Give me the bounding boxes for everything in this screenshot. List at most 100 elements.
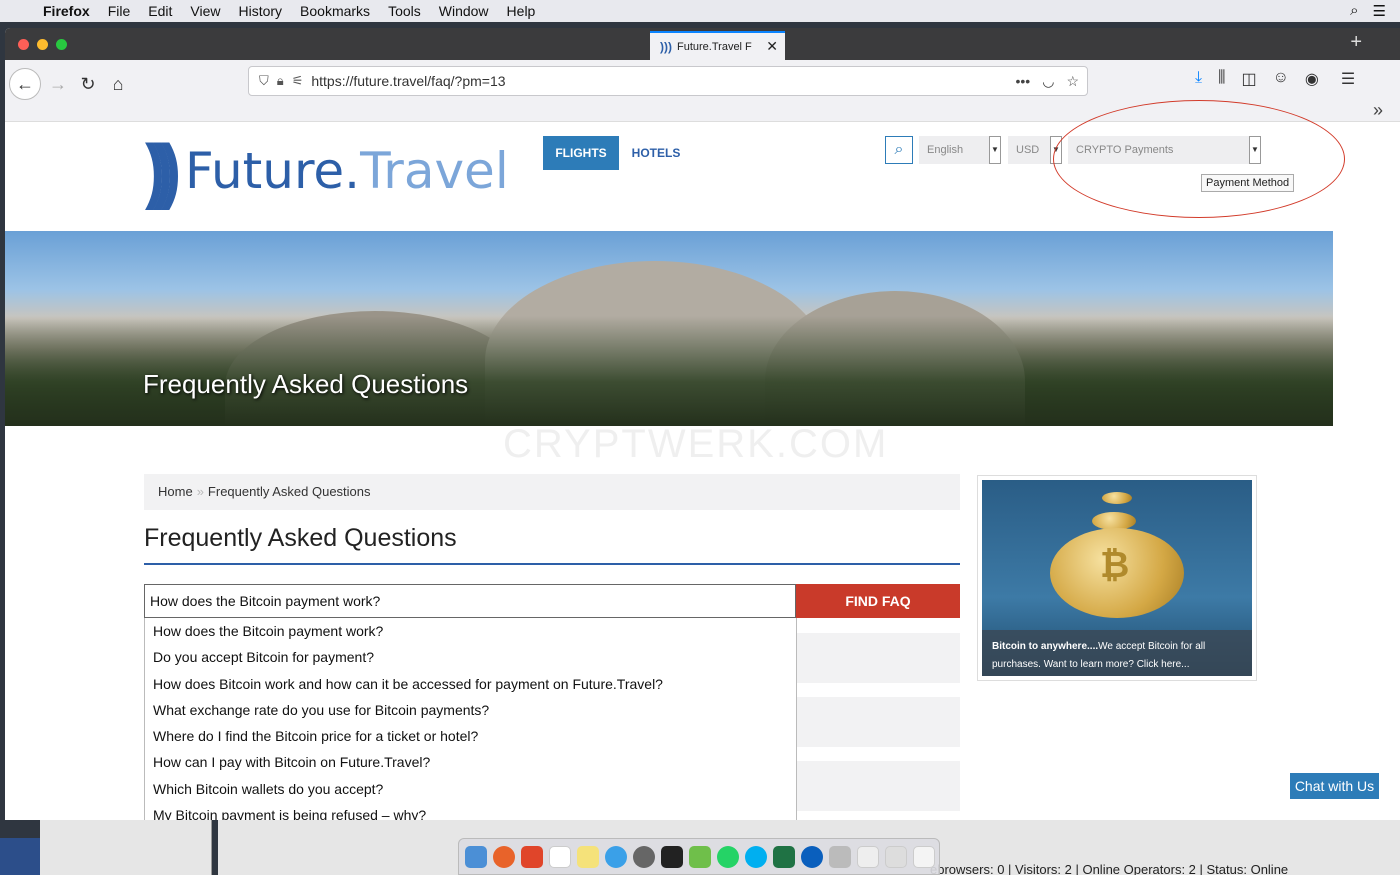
suggestion-item[interactable]: My Bitcoin payment is being refused – wh…	[145, 802, 796, 820]
bookmark-star-icon[interactable]: ☆	[1066, 73, 1079, 90]
suggestion-item[interactable]: How does the Bitcoin payment work?	[145, 618, 796, 644]
logo-text-part1: Future.	[184, 141, 361, 200]
chat-with-us-button[interactable]: Chat with Us	[1290, 773, 1379, 799]
downloads-stack-icon[interactable]	[857, 845, 879, 868]
utility-icon[interactable]	[829, 845, 851, 868]
bitcoin-symbol-icon: ₿	[1100, 544, 1130, 585]
extension-monkey-icon[interactable]: ☺	[1273, 69, 1289, 89]
excel-icon[interactable]	[773, 845, 795, 868]
gnucash-icon[interactable]	[689, 845, 711, 868]
language-value: English	[927, 144, 964, 156]
logo-text-part2: Travel	[360, 141, 509, 200]
nav-flights-button[interactable]: FLIGHTS	[543, 136, 619, 170]
web-page: ))) Future. Travel FLIGHTS HOTELS ⌕ Engl…	[5, 100, 1400, 820]
breadcrumb: Home» Frequently Asked Questions	[144, 474, 960, 510]
macos-menubar: Firefox File Edit View History Bookmarks…	[0, 0, 1400, 22]
language-dropdown-arrow-icon[interactable]: ▼	[989, 136, 1001, 164]
sidebar-icon[interactable]: ◫	[1241, 69, 1256, 89]
suggestion-item[interactable]: How does Bitcoin work and how can it be …	[145, 671, 796, 697]
whatsapp-icon[interactable]	[717, 845, 739, 868]
shield-icon[interactable]: ⛉	[259, 73, 269, 89]
url-bar[interactable]: ⛉ 🔒︎ ⚟ https://future.travel/faq/?pm=13 …	[248, 66, 1088, 96]
brave-icon[interactable]	[521, 845, 543, 868]
suggestion-item[interactable]: Where do I find the Bitcoin price for a …	[145, 723, 796, 749]
macos-dock	[458, 838, 940, 875]
site-search-icon[interactable]: ⌕	[885, 136, 913, 164]
firefox-icon[interactable]	[493, 845, 515, 868]
skype-icon[interactable]	[745, 845, 767, 868]
red-highlight-circle	[1053, 100, 1345, 218]
hamburger-menu-icon[interactable]: ☰	[1341, 69, 1355, 89]
window-minimize-icon[interactable]	[37, 39, 48, 50]
suggestion-item[interactable]: How can I pay with Bitcoin on Future.Tra…	[145, 749, 796, 775]
window-close-icon[interactable]	[18, 39, 29, 50]
language-select[interactable]: English ▼	[919, 136, 1001, 164]
permissions-icon[interactable]: ⚟	[292, 73, 304, 89]
pocket-icon[interactable]: ◡	[1042, 73, 1054, 90]
trash-icon[interactable]	[913, 845, 935, 868]
tab-future-travel[interactable]: ))) Future.Travel F ✕	[650, 31, 785, 60]
breadcrumb-current: Frequently Asked Questions	[207, 484, 371, 499]
suggestion-item[interactable]: What exchange rate do you use for Bitcoi…	[145, 697, 796, 723]
nav-hotels-button[interactable]: HOTELS	[629, 136, 683, 170]
suggestion-item[interactable]: Do you accept Bitcoin for payment?	[145, 644, 796, 670]
downloads-icon[interactable]: ⤓	[1195, 69, 1202, 89]
site-logo[interactable]: ))) Future. Travel	[145, 130, 509, 210]
tab-close-icon[interactable]: ✕	[766, 38, 778, 55]
banner-title: Frequently Asked Questions	[143, 369, 469, 399]
faq-row-bg	[797, 697, 960, 747]
find-faq-button[interactable]: FIND FAQ	[796, 584, 960, 618]
notes-icon[interactable]	[577, 845, 599, 868]
bitcoin-promo-card[interactable]: ₿ Bitcoin to anywhere....We accept Bitco…	[977, 475, 1257, 681]
menu-app-name[interactable]: Firefox	[34, 3, 99, 19]
menu-window[interactable]: Window	[430, 3, 498, 19]
promo-caption: Bitcoin to anywhere....We accept Bitcoin…	[982, 630, 1252, 676]
menu-file[interactable]: File	[99, 3, 140, 19]
library-icon[interactable]: ⫼	[1218, 69, 1225, 89]
heading-divider	[144, 563, 960, 565]
back-arrow-icon[interactable]: ←	[9, 68, 41, 100]
account-icon[interactable]: ◉	[1305, 69, 1319, 89]
background-window	[40, 820, 212, 875]
window-zoom-icon[interactable]	[56, 39, 67, 50]
small-coin-icon	[1102, 492, 1132, 504]
bitcoin-promo-image[interactable]: ₿ Bitcoin to anywhere....We accept Bitco…	[982, 480, 1252, 676]
autocomplete-list: How does the Bitcoin payment work? Do yo…	[144, 618, 797, 820]
reload-icon[interactable]: ↻	[73, 69, 103, 99]
page-title: Frequently Asked Questions	[144, 524, 457, 552]
overflow-chevron-icon[interactable]: »	[1373, 100, 1383, 121]
faq-search-input[interactable]	[144, 584, 796, 618]
faq-row-bg	[797, 761, 960, 811]
notification-center-icon[interactable]: ☰	[1373, 2, 1386, 20]
page-actions-icon[interactable]: •••	[1016, 73, 1031, 90]
favicon-icon: )))	[660, 39, 672, 54]
lock-icon[interactable]: 🔒︎	[277, 73, 284, 89]
tab-bar: ))) Future.Travel F ✕ +	[5, 28, 1400, 60]
folder-stack-icon[interactable]	[885, 845, 907, 868]
1password-icon[interactable]	[801, 845, 823, 868]
watermark-text: CRYPTWERK.COM	[503, 422, 889, 466]
currency-value: USD	[1016, 144, 1040, 156]
url-text[interactable]: https://future.travel/faq/?pm=13	[311, 73, 505, 89]
menu-view[interactable]: View	[181, 3, 229, 19]
messages-icon[interactable]	[605, 845, 627, 868]
background-status-text: ebrowsers: 0 | Visitors: 2 | Online Oper…	[930, 862, 1289, 875]
home-icon[interactable]: ⌂	[103, 69, 133, 99]
terminal-icon[interactable]	[661, 845, 683, 868]
calendar-icon[interactable]	[549, 845, 571, 868]
spotlight-search-icon[interactable]: ⌕	[1350, 2, 1358, 20]
menu-bookmarks[interactable]: Bookmarks	[291, 3, 379, 19]
suggestion-item[interactable]: Which Bitcoin wallets do you accept?	[145, 776, 796, 802]
breadcrumb-home-link[interactable]: Home	[158, 484, 193, 499]
system-preferences-icon[interactable]	[633, 845, 655, 868]
menu-history[interactable]: History	[229, 3, 291, 19]
menu-edit[interactable]: Edit	[139, 3, 181, 19]
menu-help[interactable]: Help	[498, 3, 545, 19]
new-tab-icon[interactable]: +	[1350, 31, 1362, 54]
promo-caption-bold: Bitcoin to anywhere....	[992, 641, 1099, 652]
menu-tools[interactable]: Tools	[379, 3, 430, 19]
breadcrumb-separator: »	[196, 484, 204, 499]
forward-arrow-icon[interactable]: →	[43, 69, 73, 99]
finder-icon[interactable]	[465, 845, 487, 868]
faq-row-bg	[797, 633, 960, 683]
